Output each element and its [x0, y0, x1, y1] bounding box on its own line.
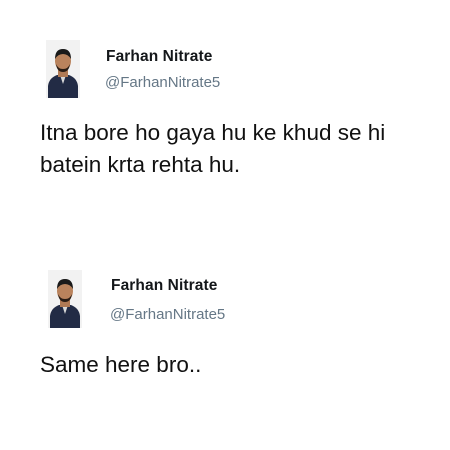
tweet-text-line: Itna bore ho gaya hu ke khud se hi — [40, 120, 386, 145]
author-name[interactable]: Farhan Nitrate — [106, 48, 212, 66]
author-handle[interactable]: @FarhanNitrate5 — [105, 74, 220, 91]
profile-photo-icon — [43, 40, 83, 98]
author-handle[interactable]: @FarhanNitrate5 — [110, 306, 225, 323]
avatar[interactable] — [45, 270, 85, 328]
avatar[interactable] — [43, 40, 83, 98]
profile-photo-icon — [45, 270, 85, 328]
author-name[interactable]: Farhan Nitrate — [111, 277, 217, 295]
tweet-text-line: batein krta rehta hu. — [40, 152, 241, 177]
tweet-text-line: Same here bro.. — [40, 352, 202, 377]
